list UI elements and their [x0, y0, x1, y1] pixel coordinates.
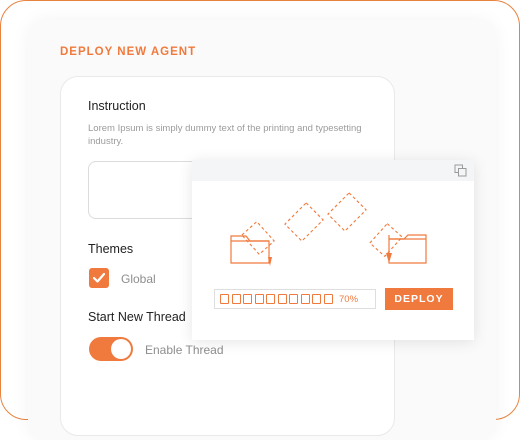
checkmark-icon	[92, 272, 106, 283]
folder-icon	[388, 234, 427, 264]
progress-cell	[220, 294, 229, 304]
progress-cells	[220, 294, 335, 306]
enable-thread-toggle[interactable]	[89, 337, 133, 361]
copy-icon[interactable]	[454, 164, 467, 177]
document-icon	[241, 192, 403, 258]
progress-cell	[300, 294, 310, 304]
instruction-help-text: Lorem Ipsum is simply dummy text of the …	[88, 123, 362, 147]
progress-cell	[266, 294, 275, 304]
progress-cell	[254, 294, 264, 304]
instruction-label: Instruction	[88, 99, 146, 113]
themes-label: Themes	[88, 242, 134, 256]
folder-icon	[230, 235, 270, 264]
global-checkbox[interactable]	[89, 268, 109, 288]
progress-cell	[231, 294, 241, 304]
thread-label: Start New Thread	[88, 310, 186, 324]
deploy-button[interactable]: DEPLOY	[385, 288, 453, 310]
progress-cell	[289, 294, 298, 304]
progress-cell	[243, 294, 252, 304]
arrow-icon	[386, 253, 392, 263]
progress-percent: 70%	[339, 294, 359, 305]
progress-cell	[323, 294, 333, 304]
dialog-header	[192, 160, 474, 181]
enable-thread-label: Enable Thread	[145, 343, 224, 357]
page-title: DEPLOY NEW AGENT	[60, 46, 197, 58]
toggle-knob	[111, 339, 131, 359]
progress-cell	[312, 294, 321, 304]
progress-cell	[277, 294, 287, 304]
progress-bar: 70%	[214, 289, 376, 309]
global-checkbox-label: Global	[121, 272, 156, 286]
transfer-illustration	[230, 192, 427, 266]
deploy-progress-dialog: 70% DEPLOY	[192, 160, 474, 340]
